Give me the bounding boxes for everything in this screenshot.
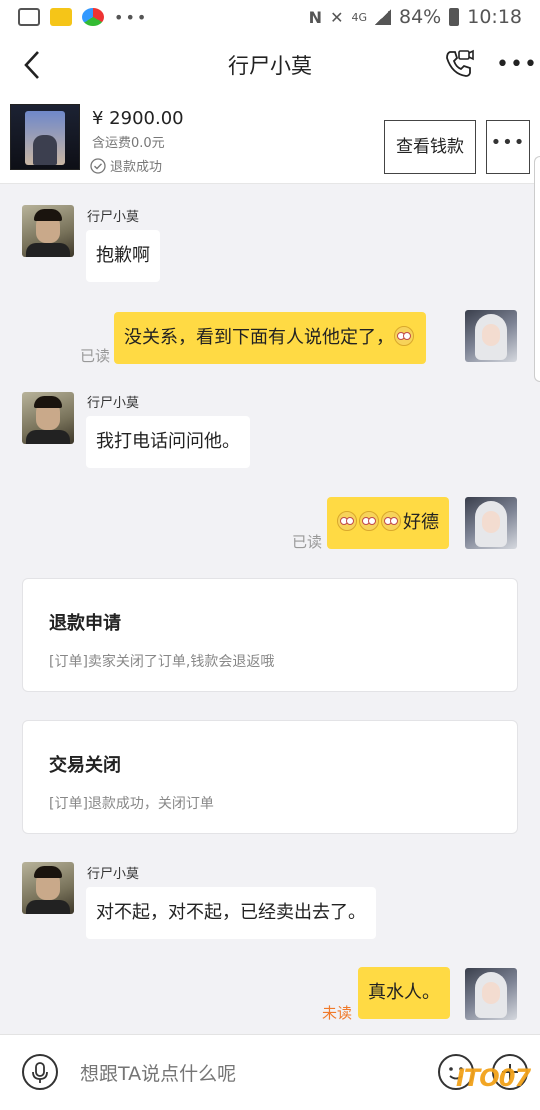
site-watermark: ITO07 (456, 1064, 531, 1092)
card-description: [订单]卖家关闭了订单,钱款会退返哦 (49, 654, 275, 670)
microphone-icon (32, 1062, 48, 1083)
message-text: 好德 (403, 512, 439, 533)
message-bubble[interactable]: 没关系，看到下面有人说他定了， (114, 312, 426, 364)
status-bar: ••• N ✕ 4G 84% 10:18 (0, 0, 540, 34)
seller-avatar[interactable] (22, 205, 74, 257)
back-icon[interactable] (18, 48, 48, 82)
seller-avatar[interactable] (22, 392, 74, 444)
card-title: 交易关闭 (49, 755, 121, 776)
message-bubble[interactable]: 对不起，对不起，已经卖出去了。 (86, 887, 376, 939)
sender-name: 行尸小莫 (87, 396, 140, 411)
sender-name: 行尸小莫 (87, 867, 140, 882)
signal-icon (375, 9, 391, 25)
card-title: 退款申请 (49, 613, 121, 634)
battery-icon (449, 8, 460, 26)
more-notifications-icon: ••• (114, 7, 149, 27)
read-status: 未读 (322, 1004, 353, 1022)
nfc-icon: N (308, 7, 323, 27)
message-bubble[interactable]: 抱歉啊 (86, 230, 160, 282)
network-label: 4G (351, 10, 367, 24)
read-status: 已读 (292, 533, 323, 551)
more-options-icon[interactable]: ••• (496, 54, 537, 76)
shocked-emoji-icon (359, 511, 379, 531)
card-description: [订单]退款成功，关闭订单 (49, 796, 214, 812)
battery-level: 84% (399, 6, 442, 28)
message-bubble[interactable]: 我打电话问问他。 (86, 416, 250, 468)
shipping-fee: 含运费0.0元 (92, 136, 165, 151)
refund-request-card[interactable]: 退款申请 [订单]卖家关闭了订单,钱款会退返哦 (22, 578, 518, 692)
message-input[interactable] (80, 1059, 420, 1089)
voice-input-button[interactable] (22, 1054, 58, 1090)
mute-icon: ✕ (330, 7, 344, 27)
view-payment-button[interactable]: 查看钱款 (384, 120, 476, 174)
refund-status-label: 退款成功 (110, 160, 163, 175)
app-notification-icon (50, 8, 72, 26)
my-avatar[interactable] (465, 497, 517, 549)
check-circle-icon (90, 157, 106, 174)
scroll-handle[interactable] (534, 156, 540, 382)
product-thumbnail[interactable] (10, 104, 80, 170)
message-bubble[interactable]: 好德 (327, 497, 449, 549)
sender-name: 行尸小莫 (87, 210, 140, 225)
browser-icon (82, 8, 104, 26)
message-bubble[interactable]: 真水人。 (358, 967, 450, 1019)
shocked-emoji-icon (394, 326, 414, 346)
my-avatar[interactable] (465, 968, 517, 1020)
product-more-button[interactable]: ••• (486, 120, 530, 174)
voice-video-call-icon[interactable] (442, 48, 474, 80)
message-text: 没关系，看到下面有人说他定了， (124, 327, 394, 348)
shocked-emoji-icon (381, 511, 401, 531)
my-avatar[interactable] (465, 310, 517, 362)
refund-status: 退款成功 (90, 156, 162, 175)
clock: 10:18 (467, 6, 522, 28)
chat-header: 行尸小莫 ••• (0, 34, 540, 96)
shocked-emoji-icon (337, 511, 357, 531)
read-status: 已读 (80, 347, 111, 365)
gallery-icon (18, 8, 40, 26)
product-price: ¥ 2900.00 (92, 108, 184, 129)
trade-closed-card[interactable]: 交易关闭 [订单]退款成功，关闭订单 (22, 720, 518, 834)
seller-avatar[interactable] (22, 862, 74, 914)
